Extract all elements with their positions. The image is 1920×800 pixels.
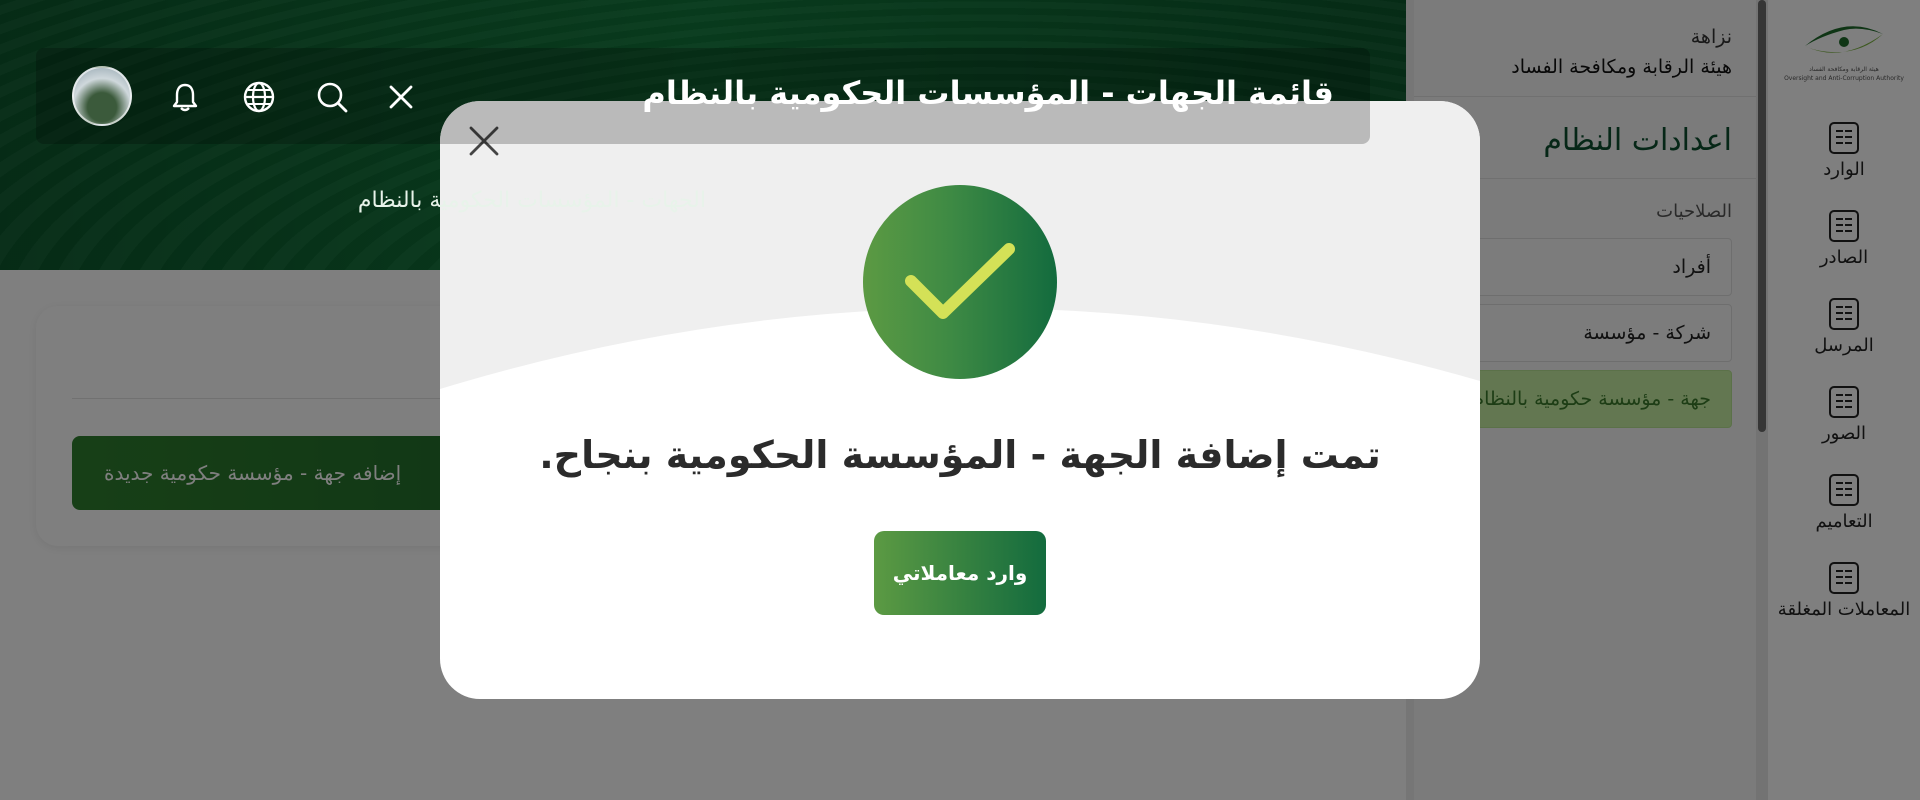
- avatar[interactable]: [72, 66, 132, 126]
- search-icon[interactable]: [315, 80, 349, 114]
- my-inbox-button[interactable]: وارد معاملاتي: [874, 531, 1046, 615]
- success-icon: [863, 185, 1057, 379]
- globe-icon[interactable]: [242, 80, 276, 114]
- success-message: تمت إضافة الجهة - المؤسسة الحكومية بنجاح…: [539, 433, 1381, 477]
- close-icon[interactable]: [384, 80, 418, 114]
- hero-subtitle: الجهات - المؤسسات الحكومية بالنظام: [357, 188, 706, 213]
- page-title: قائمة الجهات - المؤسسات الحكومية بالنظام: [642, 74, 1334, 112]
- bell-icon[interactable]: [168, 80, 202, 114]
- top-bar: قائمة الجهات - المؤسسات الحكومية بالنظام: [36, 48, 1370, 144]
- checkmark-icon: [905, 243, 1015, 319]
